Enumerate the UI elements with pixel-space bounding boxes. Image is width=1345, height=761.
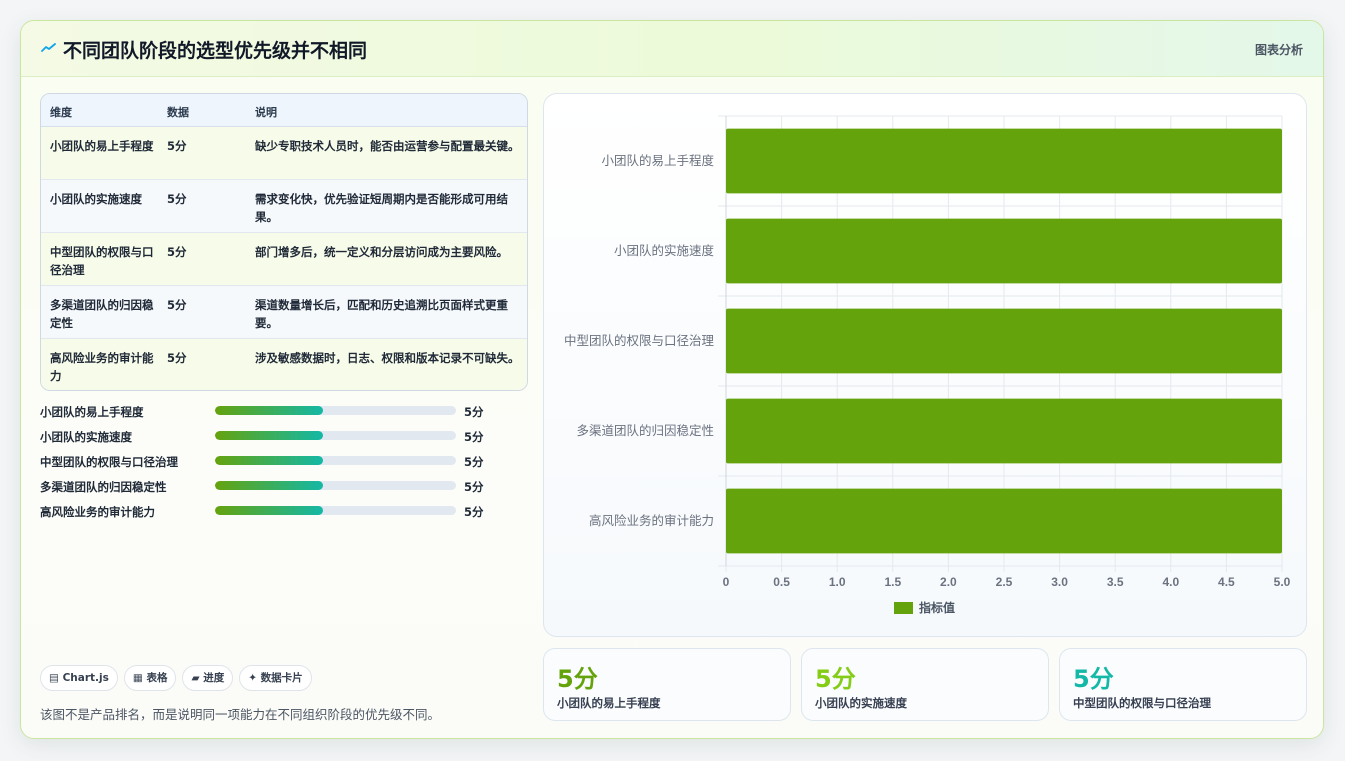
progress-row: 多渠道团队的归因稳定性 5分 bbox=[40, 476, 510, 501]
x-tick-label: 4.0 bbox=[1162, 575, 1179, 589]
trend-icon bbox=[41, 43, 56, 52]
row-value: 5分 bbox=[167, 139, 187, 153]
progress-label: 小团队的实施速度 bbox=[40, 430, 132, 444]
row-dimension: 中型团队的权限与口径治理 bbox=[50, 245, 154, 277]
x-tick-label: 2.0 bbox=[940, 575, 957, 589]
y-tick-label: 小团队的实施速度 bbox=[614, 243, 715, 258]
row-value: 5分 bbox=[167, 298, 187, 312]
row-description: 缺少专职技术人员时，能否由运营参与配置最关键。 bbox=[255, 139, 520, 153]
progress-row: 中型团队的权限与口径治理 5分 bbox=[40, 451, 510, 476]
table-row: 小团队的实施速度 5分 需求变化快，优先验证短周期内是否能形成可用结果。 bbox=[41, 180, 527, 233]
bar bbox=[726, 488, 1282, 554]
progress-fill bbox=[215, 406, 324, 415]
progress-fill bbox=[215, 481, 324, 490]
row-description: 部门增多后，统一定义和分层访问成为主要风险。 bbox=[255, 245, 508, 259]
page-title: 不同团队阶段的选型优先级并不相同 bbox=[63, 40, 368, 62]
x-tick-label: 5.0 bbox=[1274, 575, 1291, 589]
kpi-value: 5分 bbox=[815, 665, 856, 693]
progress-track bbox=[215, 506, 456, 515]
table-header: 维度 数据 说明 bbox=[41, 94, 527, 127]
tech-chips: ▤ Chart.js ▦ 表格 ▰ 进度 ✦ 数据卡片 bbox=[40, 665, 318, 691]
chart-analysis-tag: 图表分析 bbox=[1254, 43, 1303, 57]
kpi-card: 5分 中型团队的权限与口径治理 bbox=[1059, 648, 1307, 721]
kpi-value: 5分 bbox=[1073, 665, 1114, 693]
card-header: 不同团队阶段的选型优先级并不相同 图表分析 bbox=[21, 21, 1323, 77]
x-tick-label: 3.5 bbox=[1107, 575, 1124, 589]
main-card: 不同团队阶段的选型优先级并不相同 图表分析 维度 数据 说明 小团队的易上手程度… bbox=[20, 20, 1324, 739]
row-value: 5分 bbox=[167, 192, 187, 206]
kpi-label: 中型团队的权限与口径治理 bbox=[1073, 696, 1211, 710]
bar bbox=[726, 128, 1282, 194]
progress-list: 小团队的易上手程度 5分 小团队的实施速度 5分 中型团队的权限与口径治理 5分… bbox=[40, 401, 510, 526]
progress-value: 5分 bbox=[464, 430, 484, 444]
chip-progress[interactable]: ▰ 进度 bbox=[182, 665, 234, 691]
progress-track bbox=[215, 481, 456, 490]
row-description: 渠道数量增长后，匹配和历史追溯比页面样式更重要。 bbox=[255, 298, 508, 330]
progress-value: 5分 bbox=[464, 405, 484, 419]
progress-track bbox=[215, 431, 456, 440]
y-tick-label: 小团队的易上手程度 bbox=[601, 153, 714, 168]
x-tick-label: 1.5 bbox=[884, 575, 901, 589]
chart-panel: 0 0.5 1.0 1.5 2.0 2.5 3.0 3.5 4.0 4.5 5.0 小团队的易上手程度… bbox=[543, 93, 1307, 637]
progress-label: 小团队的易上手程度 bbox=[40, 405, 144, 419]
kpi-card: 5分 小团队的实施速度 bbox=[801, 648, 1049, 721]
table-row: 中型团队的权限与口径治理 5分 部门增多后，统一定义和分层访问成为主要风险。 bbox=[41, 233, 527, 286]
row-description: 涉及敏感数据时，日志、权限和版本记录不可缺失。 bbox=[255, 351, 520, 365]
row-value: 5分 bbox=[167, 351, 187, 365]
row-dimension: 多渠道团队的归因稳定性 bbox=[50, 298, 154, 330]
kpi-label: 小团队的实施速度 bbox=[815, 696, 907, 710]
progress-row: 小团队的实施速度 5分 bbox=[40, 426, 510, 451]
x-tick-label: 3.0 bbox=[1051, 575, 1068, 589]
bar bbox=[726, 308, 1282, 374]
data-table: 维度 数据 说明 小团队的易上手程度 5分 缺少专职技术人员时，能否由运营参与配… bbox=[40, 93, 528, 391]
footnote: 该图不是产品排名，而是说明同一项能力在不同组织阶段的优先级不同。 bbox=[40, 707, 441, 722]
y-tick-label: 中型团队的权限与口径治理 bbox=[564, 333, 715, 348]
progress-value: 5分 bbox=[464, 455, 484, 469]
progress-fill bbox=[215, 431, 324, 440]
chip-chartjs[interactable]: ▤ Chart.js bbox=[40, 665, 118, 691]
table-row: 多渠道团队的归因稳定性 5分 渠道数量增长后，匹配和历史追溯比页面样式更重要。 bbox=[41, 286, 527, 339]
row-value: 5分 bbox=[167, 245, 187, 259]
y-tick-label: 高风险业务的审计能力 bbox=[589, 513, 714, 528]
column-header-data: 数据 bbox=[167, 106, 189, 119]
progress-value: 5分 bbox=[464, 480, 484, 494]
x-tick-label: 0 bbox=[723, 575, 730, 589]
progress-track bbox=[215, 406, 456, 415]
x-tick-label: 4.5 bbox=[1218, 575, 1235, 589]
row-dimension: 小团队的实施速度 bbox=[50, 192, 142, 206]
progress-row: 小团队的易上手程度 5分 bbox=[40, 401, 510, 426]
chip-data-cards[interactable]: ✦ 数据卡片 bbox=[239, 665, 312, 691]
progress-track bbox=[215, 456, 456, 465]
progress-row: 高风险业务的审计能力 5分 bbox=[40, 501, 510, 526]
kpi-card: 5分 小团队的易上手程度 bbox=[543, 648, 791, 721]
chip-table[interactable]: ▦ 表格 bbox=[123, 665, 177, 691]
row-description: 需求变化快，优先验证短周期内是否能形成可用结果。 bbox=[255, 192, 508, 224]
progress-fill bbox=[215, 506, 324, 515]
x-tick-label: 0.5 bbox=[773, 575, 790, 589]
row-dimension: 小团队的易上手程度 bbox=[50, 139, 154, 153]
y-tick-label: 多渠道团队的归因稳定性 bbox=[576, 423, 714, 438]
progress-label: 高风险业务的审计能力 bbox=[40, 505, 155, 519]
kpi-label: 小团队的易上手程度 bbox=[557, 696, 661, 710]
x-tick-label: 2.5 bbox=[996, 575, 1013, 589]
progress-value: 5分 bbox=[464, 505, 484, 519]
x-tick-label: 1.0 bbox=[829, 575, 846, 589]
legend-label: 指标值 bbox=[919, 600, 955, 615]
progress-fill bbox=[215, 456, 324, 465]
column-header-dimension: 维度 bbox=[50, 106, 72, 119]
row-dimension: 高风险业务的审计能力 bbox=[50, 351, 154, 383]
bar bbox=[726, 398, 1282, 464]
column-header-description: 说明 bbox=[255, 106, 277, 119]
kpi-value: 5分 bbox=[557, 665, 598, 693]
progress-label: 多渠道团队的归因稳定性 bbox=[40, 480, 167, 494]
legend-swatch bbox=[894, 602, 913, 614]
bar bbox=[726, 218, 1282, 284]
table-row: 高风险业务的审计能力 5分 涉及敏感数据时，日志、权限和版本记录不可缺失。 bbox=[41, 339, 527, 390]
bar-chart: 0 0.5 1.0 1.5 2.0 2.5 3.0 3.5 4.0 4.5 5.0 小团队的易上手程度… bbox=[564, 115, 1291, 615]
progress-label: 中型团队的权限与口径治理 bbox=[40, 455, 178, 469]
table-row: 小团队的易上手程度 5分 缺少专职技术人员时，能否由运营参与配置最关键。 bbox=[41, 127, 527, 180]
